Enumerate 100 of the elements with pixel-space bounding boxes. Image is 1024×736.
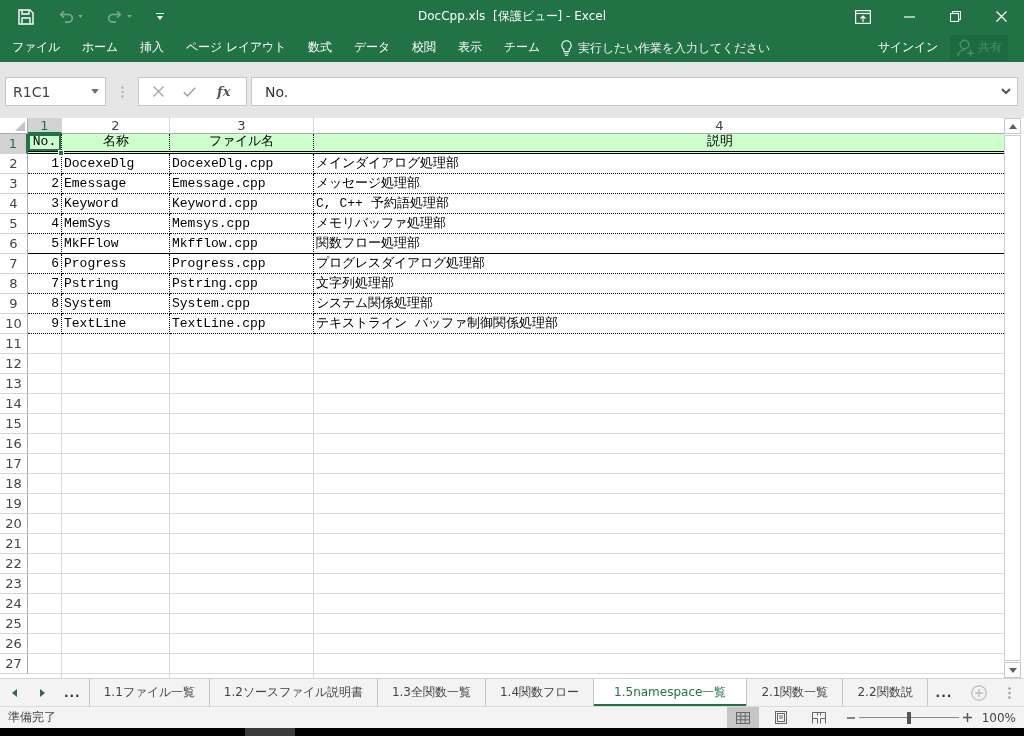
sheet-tab[interactable]: 1.5namespace一覧 <box>594 679 748 706</box>
table-cell: Progress <box>62 254 170 274</box>
table-cell: MkFFlow <box>62 234 170 254</box>
row-header[interactable]: 23 <box>0 574 28 594</box>
fill-handle-icon[interactable] <box>58 150 64 156</box>
triangle-left-icon[interactable] <box>11 688 17 697</box>
ribbon-tab[interactable]: 挿入 <box>129 33 175 62</box>
row-header[interactable]: 15 <box>0 414 28 434</box>
table-cell: 5 <box>28 234 62 254</box>
row-header[interactable]: 27 <box>0 654 28 674</box>
ribbon-tab[interactable]: ファイル <box>1 33 71 62</box>
more-sheets-button[interactable]: ... <box>927 679 961 706</box>
scrollbar-thumb[interactable] <box>1004 135 1021 661</box>
row-header[interactable]: 8 <box>0 274 28 294</box>
ribbon-tab[interactable]: ページ レイアウト <box>175 33 297 62</box>
table-cell: DocexeDlg <box>62 154 170 174</box>
ribbon-display-icon[interactable] <box>855 9 871 24</box>
row-header[interactable]: 10 <box>0 314 28 334</box>
row-header[interactable]: 11 <box>0 334 28 354</box>
table-cell: 3 <box>28 194 62 214</box>
more-icon[interactable] <box>1007 686 1011 699</box>
header-cell: 説明 <box>314 134 1004 154</box>
lightbulb-icon <box>560 39 572 56</box>
table-cell: Memsys.cpp <box>170 214 314 234</box>
header-cell: ファイル名 <box>170 134 314 154</box>
table-cell: 6 <box>28 254 62 274</box>
row-header[interactable]: 22 <box>0 554 28 574</box>
restore-icon[interactable] <box>949 11 961 22</box>
row-header[interactable]: 6 <box>0 234 28 254</box>
table-cell: 1 <box>28 154 62 174</box>
row-header[interactable]: 25 <box>0 614 28 634</box>
plus-icon[interactable] <box>963 713 972 722</box>
scroll-up-button[interactable] <box>1004 118 1021 134</box>
row-header[interactable]: 2 <box>0 154 28 174</box>
tell-me-field[interactable]: 実行したい作業を入力してください <box>556 36 780 59</box>
ribbon-tab[interactable]: ホーム <box>71 33 129 62</box>
row-header[interactable]: 1 <box>0 134 28 154</box>
table-cell: メッセージ処理部 <box>314 174 1004 194</box>
row-header[interactable]: 5 <box>0 214 28 234</box>
ribbon-tab[interactable]: チーム <box>492 33 551 62</box>
ribbon-tab[interactable]: 校閲 <box>400 33 447 62</box>
row-header[interactable]: 14 <box>0 394 28 414</box>
table-cell: System.cpp <box>170 294 314 314</box>
table-cell: 9 <box>28 314 62 334</box>
chevron-down-icon[interactable] <box>1001 88 1011 95</box>
table-cell: DocexeDlg.cpp <box>170 154 314 174</box>
caret-icon[interactable] <box>91 89 99 94</box>
normal-view-button[interactable] <box>727 707 759 728</box>
name-box[interactable]: R1C1 <box>5 77 106 106</box>
scroll-down-button[interactable] <box>1004 662 1021 678</box>
table-cell: 2 <box>28 174 62 194</box>
table-cell: TextLine.cpp <box>170 314 314 334</box>
table-cell: テキストライン バッファ制御関係処理部 <box>314 314 1004 334</box>
row-header[interactable]: 9 <box>0 294 28 314</box>
row-header[interactable]: 26 <box>0 634 28 654</box>
row-header[interactable]: 20 <box>0 514 28 534</box>
redo-icon <box>107 10 123 23</box>
sign-in-link[interactable]: サインイン <box>874 35 942 60</box>
formula-input[interactable]: No. <box>251 77 1018 106</box>
zoom-slider-thumb[interactable] <box>907 711 911 724</box>
row-header[interactable]: 17 <box>0 454 28 474</box>
insert-function-button[interactable]: fx <box>215 84 233 99</box>
row-header[interactable]: 21 <box>0 534 28 554</box>
row-header[interactable]: 4 <box>0 194 28 214</box>
table-cell: メモリバッファ処理部 <box>314 214 1004 234</box>
table-cell: Keyword.cpp <box>170 194 314 214</box>
row-header[interactable]: 18 <box>0 474 28 494</box>
person-add-icon <box>956 38 975 57</box>
caret-icon <box>156 12 164 21</box>
column-header[interactable]: 3 <box>170 118 314 134</box>
ribbon-tab[interactable]: 表示 <box>446 33 493 62</box>
minus-icon[interactable] <box>847 716 855 719</box>
column-header[interactable]: 2 <box>62 118 170 134</box>
row-header[interactable]: 12 <box>0 354 28 374</box>
table-cell: C, C++ 予約語処理部 <box>314 194 1004 214</box>
table-cell: Emessage.cpp <box>170 174 314 194</box>
row-header[interactable]: 24 <box>0 594 28 614</box>
row-header[interactable]: 16 <box>0 434 28 454</box>
close-icon[interactable] <box>995 11 1007 22</box>
status-text: 準備完了 <box>7 709 56 726</box>
minimize-icon[interactable] <box>903 15 915 18</box>
caret-icon <box>78 15 83 18</box>
column-header[interactable]: 1 <box>28 118 62 134</box>
triangle-down-icon <box>1008 667 1017 673</box>
triangle-right-icon[interactable] <box>39 688 45 697</box>
ribbon-tab[interactable]: データ <box>342 33 401 62</box>
row-header[interactable]: 3 <box>0 174 28 194</box>
row-header[interactable]: 19 <box>0 494 28 514</box>
row-header[interactable]: 13 <box>0 374 28 394</box>
ribbon-tab[interactable]: 数式 <box>296 33 343 62</box>
table-cell: System <box>62 294 170 314</box>
table-cell: Pstring <box>62 274 170 294</box>
column-header[interactable]: 4 <box>314 118 1004 134</box>
row-header[interactable]: 7 <box>0 254 28 274</box>
split-page-icon <box>812 711 826 724</box>
undo-icon <box>58 10 74 23</box>
header-cell: No. <box>28 134 62 154</box>
table-cell: Pstring.cpp <box>170 274 314 294</box>
window-title: DocCpp.xls [保護ビュー] - Excel <box>417 8 606 25</box>
caret-icon <box>127 15 132 18</box>
